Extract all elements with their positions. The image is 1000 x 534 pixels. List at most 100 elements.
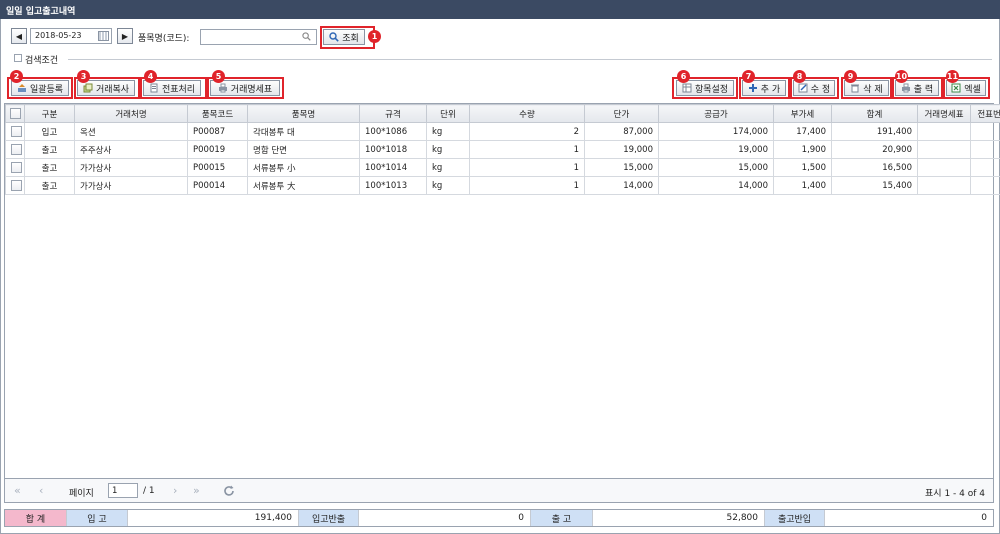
col-header[interactable]: 공급가 — [658, 104, 774, 123]
table-row[interactable]: 입고 옥션 P00087 각대봉투 대 100*1086 kg 2 87,000 174,000… — [5, 122, 1000, 141]
first-page-icon[interactable]: « — [14, 484, 21, 497]
table-cell[interactable]: 서류봉투 小 — [247, 158, 360, 177]
callout-badge-2: 2 — [10, 70, 23, 83]
table-cell[interactable]: 100*1014 — [359, 158, 427, 177]
table-cell[interactable]: P00014 — [187, 176, 248, 195]
col-header[interactable]: 거래처명 — [74, 104, 188, 123]
table-cell[interactable]: 19,000 — [658, 140, 774, 159]
row-select-cell[interactable] — [5, 158, 25, 177]
col-header[interactable]: 규격 — [359, 104, 427, 123]
prev-date-button[interactable]: ◀ — [11, 28, 27, 44]
table-cell[interactable]: 100*1086 — [359, 122, 427, 141]
callout-badge-7: 7 — [742, 70, 755, 83]
table-cell[interactable]: 87,000 — [584, 122, 659, 141]
table-cell[interactable]: 15,000 — [658, 158, 774, 177]
table-cell[interactable]: kg — [426, 176, 470, 195]
table-row[interactable]: 출고 가가상사 P00015 서류봉투 小 100*1014 kg 1 15,000 15,00… — [5, 158, 1000, 177]
item-name-input[interactable] — [200, 29, 317, 45]
table-cell[interactable]: 100*1018 — [359, 140, 427, 159]
table-cell[interactable] — [970, 140, 1000, 159]
table-cell[interactable] — [970, 158, 1000, 177]
table-cell[interactable]: 1,900 — [773, 140, 832, 159]
table-cell[interactable]: kg — [426, 158, 470, 177]
last-page-icon[interactable]: » — [193, 484, 200, 497]
date-value: 2018-05-23 — [35, 31, 82, 40]
divider — [68, 59, 992, 60]
calendar-icon[interactable] — [98, 31, 109, 41]
table-cell[interactable]: 100*1013 — [359, 176, 427, 195]
table-cell[interactable] — [917, 122, 971, 141]
col-header[interactable]: 구분 — [24, 104, 75, 123]
table-cell[interactable]: 15,400 — [831, 176, 918, 195]
callout-badge-5: 5 — [212, 70, 225, 83]
in-label: 입 고 — [67, 510, 128, 526]
table-row[interactable]: 출고 가가상사 P00014 서류봉투 大 100*1013 kg 1 14,000 14,00… — [5, 176, 1000, 195]
table-cell[interactable] — [917, 176, 971, 195]
table-cell[interactable]: 가가상사 — [74, 176, 188, 195]
table-cell[interactable]: 1 — [469, 140, 585, 159]
table-cell[interactable]: kg — [426, 122, 470, 141]
row-select-cell[interactable] — [5, 176, 25, 195]
col-header[interactable]: 단위 — [426, 104, 470, 123]
callout-badge-6: 6 — [677, 70, 690, 83]
table-cell[interactable] — [917, 140, 971, 159]
table-cell[interactable]: 명함 단면 — [247, 140, 360, 159]
search-icon[interactable] — [302, 32, 311, 41]
row-select-cell[interactable] — [5, 122, 25, 141]
table-cell[interactable]: P00015 — [187, 158, 248, 177]
table-cell[interactable]: 출고 — [24, 140, 75, 159]
table-cell[interactable] — [917, 158, 971, 177]
col-header[interactable]: 수량 — [469, 104, 585, 123]
in-return-label: 입고반출 — [299, 510, 359, 526]
table-cell[interactable]: 14,000 — [658, 176, 774, 195]
callout-badge-9: 9 — [844, 70, 857, 83]
next-date-button[interactable]: ▶ — [117, 28, 133, 44]
prev-page-icon[interactable]: ‹ — [39, 484, 43, 497]
table-cell[interactable]: kg — [426, 140, 470, 159]
table-cell[interactable]: 20,900 — [831, 140, 918, 159]
table-cell[interactable]: 19,000 — [584, 140, 659, 159]
table-cell[interactable]: 입고 — [24, 122, 75, 141]
select-all-header[interactable] — [5, 104, 25, 123]
table-cell[interactable]: 191,400 — [831, 122, 918, 141]
table-row[interactable]: 출고 주주상사 P00019 명함 단면 100*1018 kg 1 19,000 19,000… — [5, 140, 1000, 159]
table-cell[interactable]: 각대봉투 대 — [247, 122, 360, 141]
table-cell[interactable]: P00087 — [187, 122, 248, 141]
table-cell[interactable]: 174,000 — [658, 122, 774, 141]
table-cell[interactable]: 1 — [469, 176, 585, 195]
table-cell[interactable]: 17,400 — [773, 122, 832, 141]
table-cell[interactable]: 가가상사 — [74, 158, 188, 177]
table-cell[interactable]: 1,500 — [773, 158, 832, 177]
table-cell[interactable] — [970, 122, 1000, 141]
table-cell[interactable] — [970, 176, 1000, 195]
col-header[interactable]: 단가 — [584, 104, 659, 123]
row-checkbox[interactable] — [11, 180, 22, 191]
search-conditions-checkbox[interactable] — [14, 54, 22, 62]
col-header[interactable]: 품목코드 — [187, 104, 248, 123]
table-cell[interactable]: 1 — [469, 158, 585, 177]
col-header[interactable]: 전표번호 — [970, 104, 1000, 123]
col-header[interactable]: 품목명 — [247, 104, 360, 123]
col-header[interactable]: 부가세 — [773, 104, 832, 123]
table-cell[interactable]: 16,500 — [831, 158, 918, 177]
table-cell[interactable]: 14,000 — [584, 176, 659, 195]
table-cell[interactable]: 옥션 — [74, 122, 188, 141]
col-header[interactable]: 합계 — [831, 104, 918, 123]
row-checkbox[interactable] — [11, 126, 22, 137]
row-checkbox[interactable] — [11, 144, 22, 155]
page-input[interactable]: 1 — [108, 483, 138, 498]
table-cell[interactable]: 1,400 — [773, 176, 832, 195]
table-cell[interactable]: 15,000 — [584, 158, 659, 177]
col-header[interactable]: 거래명세표 — [917, 104, 971, 123]
table-cell[interactable]: P00019 — [187, 140, 248, 159]
next-page-icon[interactable]: › — [173, 484, 177, 497]
refresh-icon[interactable] — [223, 485, 235, 497]
table-cell[interactable]: 주주상사 — [74, 140, 188, 159]
table-cell[interactable]: 2 — [469, 122, 585, 141]
select-all-checkbox[interactable] — [9, 108, 21, 119]
table-cell[interactable]: 서류봉투 大 — [247, 176, 360, 195]
row-select-cell[interactable] — [5, 140, 25, 159]
row-checkbox[interactable] — [11, 162, 22, 173]
table-cell[interactable]: 출고 — [24, 158, 75, 177]
table-cell[interactable]: 출고 — [24, 176, 75, 195]
